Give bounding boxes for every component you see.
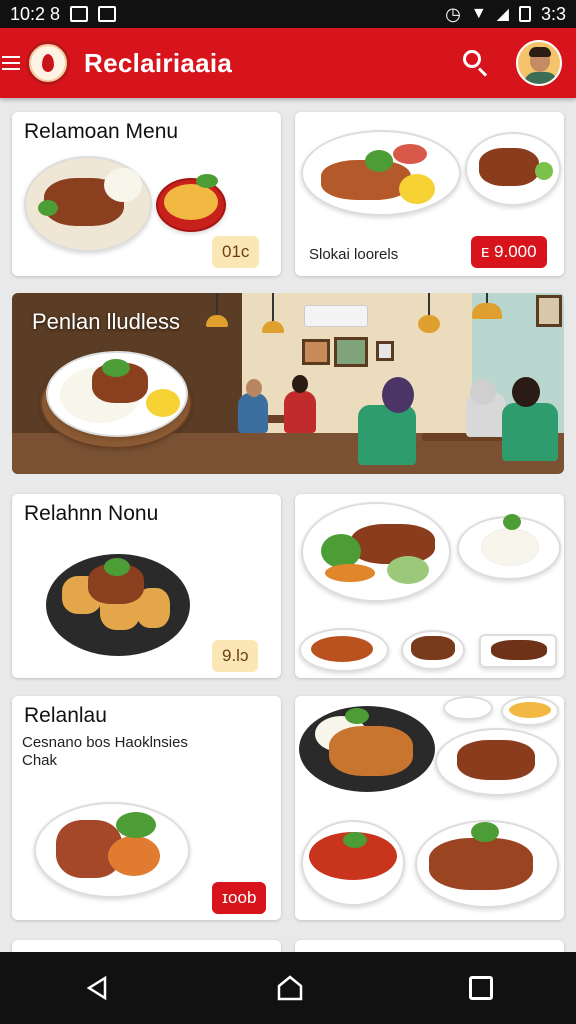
card-subtitle: Cesnano bos Haoklnsies Chak xyxy=(22,734,188,769)
app-bar: Reclairiaaia xyxy=(0,28,576,98)
restaurant-logo-icon[interactable] xyxy=(26,41,70,85)
home-icon[interactable] xyxy=(276,974,304,1002)
status-bar: 10:2 8 ◷ ▼ ◢ 3:3 xyxy=(0,0,576,28)
herb-garnish xyxy=(345,708,369,724)
search-icon[interactable] xyxy=(460,47,492,79)
small-dish-image xyxy=(443,696,493,720)
card-title: Relamoan Menu xyxy=(24,120,179,143)
restaurant-banner[interactable]: Penlan lludless xyxy=(12,293,564,474)
grilled-meat-food xyxy=(351,524,435,564)
price-tag: ᴇ 9.000 xyxy=(471,236,547,268)
herb-garnish xyxy=(104,558,130,576)
meat-food xyxy=(411,636,455,660)
menu-card-6[interactable] xyxy=(295,696,564,920)
herb-garnish xyxy=(102,359,130,377)
side-food xyxy=(509,702,551,718)
herb-garnish xyxy=(365,150,393,172)
status-time: 10:2 8 xyxy=(10,3,61,24)
alarm-icon: ◷ xyxy=(445,3,461,24)
app-notification-icon xyxy=(98,6,117,22)
lamp-icon xyxy=(262,321,284,333)
herb-garnish xyxy=(38,200,58,216)
rice-food xyxy=(481,528,539,566)
wall-picture xyxy=(376,341,394,361)
card-title: Relahnn Nonu xyxy=(24,502,159,525)
grilled-meat-food xyxy=(479,148,539,186)
menu-card-4[interactable] xyxy=(295,494,564,678)
price-tag: 01ᴄ xyxy=(212,236,260,268)
menu-icon[interactable] xyxy=(2,56,20,70)
price-tag: ɪoob xyxy=(212,882,267,914)
air-conditioner-image xyxy=(304,305,368,327)
meat-food xyxy=(491,640,547,660)
green-rice xyxy=(387,556,429,584)
rice-food xyxy=(104,168,142,202)
herb-garnish xyxy=(471,822,499,842)
chicken-food xyxy=(329,726,413,776)
grilled-meat-food xyxy=(457,740,535,780)
recents-square-icon[interactable] xyxy=(469,976,494,1000)
herb-garnish xyxy=(343,832,367,848)
lime-garnish xyxy=(535,162,553,180)
user-avatar-icon[interactable] xyxy=(516,40,562,86)
price-tag: 9.lɔ xyxy=(212,640,259,672)
veg-garnish xyxy=(321,534,361,568)
herb-garnish xyxy=(196,174,218,188)
lamp-icon xyxy=(206,315,228,327)
diner-figure xyxy=(284,391,316,433)
noodle-food xyxy=(164,184,218,220)
diner-figure xyxy=(238,393,268,433)
battery-level: 3:3 xyxy=(540,3,566,24)
back-triangle-icon[interactable] xyxy=(83,974,111,1002)
photo-notification-icon xyxy=(70,6,89,22)
carrot-garnish xyxy=(108,836,160,876)
lemon-slice xyxy=(399,174,435,204)
card-subtitle: Slokai loorels xyxy=(309,246,399,263)
menu-card-5[interactable]: Relanlau Cesnano bos Haoklnsies Chak ɪoo… xyxy=(12,696,281,920)
grilled-meat-food xyxy=(429,838,533,890)
system-nav-bar xyxy=(0,952,576,1024)
wall-picture xyxy=(302,339,330,365)
battery-icon xyxy=(518,6,531,22)
veg-garnish xyxy=(393,144,427,164)
herb-garnish xyxy=(116,812,156,838)
menu-card-3[interactable]: Relahnn Nonu 9.lɔ xyxy=(12,494,281,678)
diner-figure xyxy=(358,405,416,465)
banner-title: Penlan lludless xyxy=(32,309,180,334)
app-title: Reclairiaaia xyxy=(84,47,233,78)
wall-picture xyxy=(334,337,368,367)
lamp-icon xyxy=(418,315,440,333)
bean-food xyxy=(311,636,373,662)
lemon-slice xyxy=(146,389,180,417)
card-title: Relanlau xyxy=(24,704,107,727)
wall-picture xyxy=(536,295,562,327)
herb-garnish xyxy=(503,514,521,530)
lamp-icon xyxy=(472,303,502,319)
signal-icon: ◢ xyxy=(496,6,509,23)
carrot-garnish xyxy=(325,564,375,582)
menu-card-2[interactable]: Slokai loorels ᴇ 9.000 xyxy=(295,112,564,276)
diner-figure xyxy=(502,403,558,461)
menu-card-1[interactable]: Relamoan Menu 01ᴄ xyxy=(12,112,281,276)
wifi-icon: ▼ xyxy=(470,5,487,22)
